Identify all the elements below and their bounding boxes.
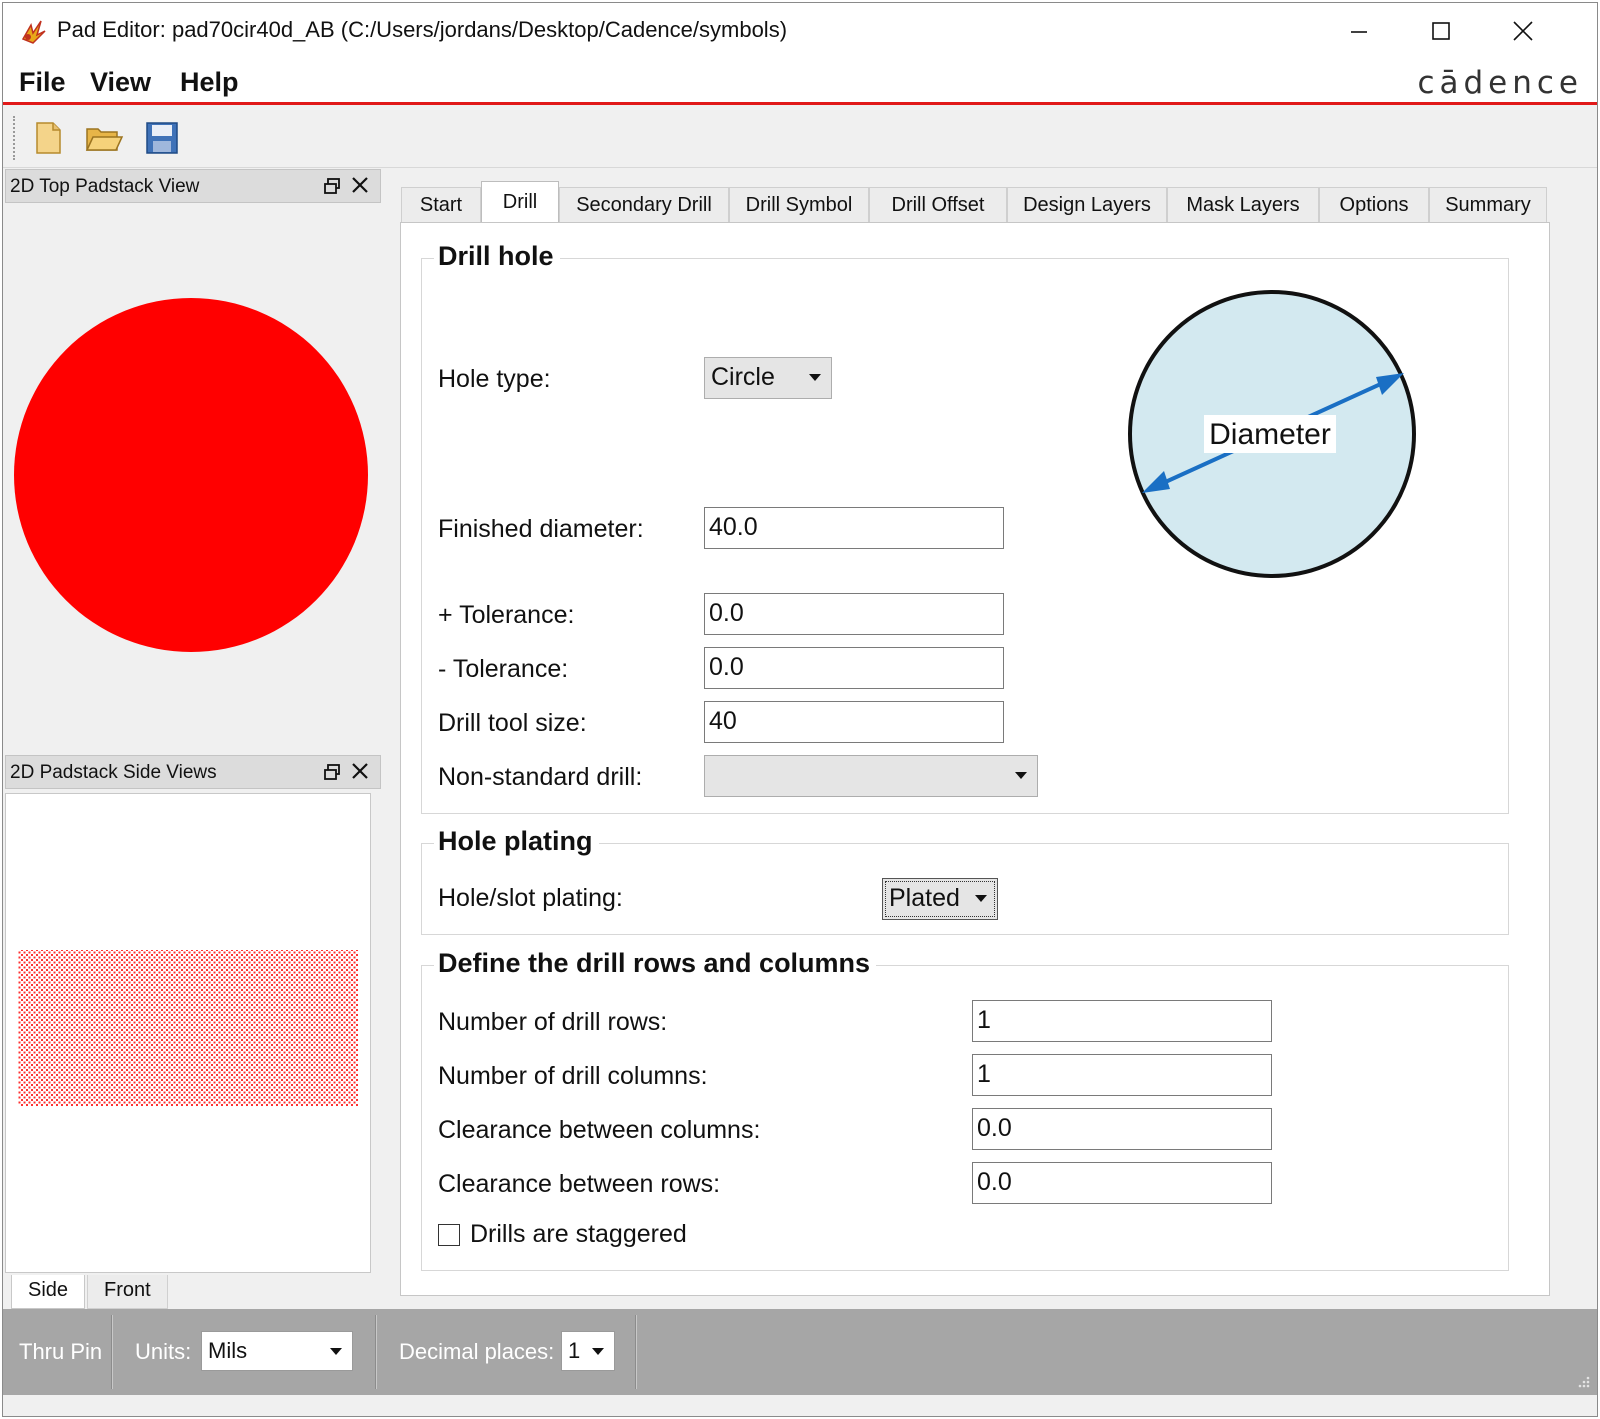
staggered-checkbox[interactable] (438, 1224, 460, 1246)
hole-plating-title: Hole plating (434, 826, 599, 857)
diameter-label: Diameter (1209, 418, 1331, 451)
status-bar: Thru Pin Units: Mils Decimal places: 1 (3, 1309, 1597, 1395)
drill-tab-pane: Drill hole Hole type: Circle Diameter Fi… (400, 222, 1550, 1296)
finished-diameter-label: Finished diameter: (438, 515, 644, 543)
top-view-dock-header: 2D Top Padstack View (5, 169, 381, 203)
status-separator (375, 1315, 377, 1389)
chevron-down-icon (330, 1348, 342, 1355)
drill-tool-size-label: Drill tool size: (438, 709, 587, 737)
diameter-diagram: Diameter (1128, 290, 1416, 578)
save-icon[interactable] (141, 117, 183, 159)
clearance-columns-input[interactable]: 0.0 (972, 1108, 1272, 1150)
plus-tolerance-label: + Tolerance: (438, 601, 575, 629)
status-separator (635, 1315, 637, 1389)
clearance-rows-input[interactable]: 0.0 (972, 1162, 1272, 1204)
app-icon (21, 20, 46, 44)
tab-side[interactable]: Side (11, 1275, 86, 1309)
maximize-icon (1432, 22, 1450, 40)
resize-grip-icon[interactable] (1575, 1373, 1591, 1389)
hole-plating-value: Plated (889, 884, 960, 912)
drill-rows-columns-group: Define the drill rows and columns Number… (421, 948, 1509, 1271)
tab-design-layers[interactable]: Design Layers (1007, 187, 1167, 223)
drill-tool-size-input[interactable]: 40 (704, 701, 1004, 743)
units-value: Mils (208, 1338, 248, 1363)
title-bar: Pad Editor: pad70cir40d_AB (C:/Users/jor… (3, 3, 1597, 59)
open-folder-icon[interactable] (83, 117, 125, 159)
decimal-places-select[interactable]: 1 (561, 1331, 615, 1371)
chevron-down-icon (1015, 772, 1027, 779)
pin-type-label: Thru Pin (19, 1339, 103, 1364)
tab-drill-symbol[interactable]: Drill Symbol (729, 187, 869, 223)
close-icon (1513, 21, 1533, 41)
tab-mask-layers[interactable]: Mask Layers (1167, 187, 1319, 223)
clearance-rows-label: Clearance between rows: (438, 1170, 721, 1198)
tab-summary[interactable]: Summary (1429, 187, 1547, 223)
chevron-down-icon (592, 1348, 604, 1355)
drill-columns-input[interactable]: 1 (972, 1054, 1272, 1096)
float-icon[interactable] (322, 762, 342, 782)
menu-file[interactable]: File (19, 67, 66, 98)
status-separator (111, 1315, 113, 1389)
menu-help[interactable]: Help (180, 67, 239, 98)
side-padstack-view (5, 793, 371, 1273)
drill-rows-label: Number of drill rows: (438, 1008, 668, 1036)
menu-view[interactable]: View (90, 67, 151, 98)
minus-tolerance-input[interactable]: 0.0 (704, 647, 1004, 689)
side-view-canvas (18, 950, 358, 1106)
drill-columns-label: Number of drill columns: (438, 1062, 708, 1090)
tab-secondary-drill[interactable]: Secondary Drill (559, 187, 729, 223)
tab-drill-offset[interactable]: Drill Offset (869, 187, 1007, 223)
side-view-dock-header: 2D Padstack Side Views (5, 755, 381, 789)
cadence-logo: cādence (1417, 65, 1583, 101)
drill-rows-columns-title: Define the drill rows and columns (434, 948, 877, 979)
window-title: Pad Editor: pad70cir40d_AB (C:/Users/jor… (57, 17, 788, 42)
staggered-label: Drills are staggered (470, 1220, 687, 1248)
chevron-down-icon (809, 374, 821, 381)
new-file-icon[interactable] (27, 117, 69, 159)
minimize-button[interactable] (1329, 9, 1389, 53)
hole-type-value: Circle (711, 363, 775, 391)
drill-hole-title: Drill hole (434, 241, 560, 272)
close-button[interactable] (1493, 9, 1553, 53)
toolbar-grip[interactable] (13, 116, 17, 160)
top-padstack-view (5, 209, 381, 755)
units-select[interactable]: Mils (201, 1331, 353, 1371)
finished-diameter-input[interactable]: 40.0 (704, 507, 1004, 549)
pad-shape-canvas (14, 298, 368, 652)
maximize-button[interactable] (1411, 9, 1471, 53)
minimize-icon (1351, 31, 1367, 33)
minus-tolerance-label: - Tolerance: (438, 655, 569, 683)
tab-drill[interactable]: Drill (481, 181, 559, 223)
close-icon[interactable] (350, 760, 370, 782)
non-standard-drill-select[interactable] (704, 755, 1038, 797)
plus-tolerance-input[interactable]: 0.0 (704, 593, 1004, 635)
float-icon[interactable] (322, 176, 342, 196)
units-label: Units: (135, 1339, 192, 1364)
hole-plating-select[interactable]: Plated (882, 878, 998, 920)
decimal-places-value: 1 (568, 1338, 581, 1363)
side-view-dock-title: 2D Padstack Side Views (10, 762, 217, 783)
toolbar (3, 108, 1597, 168)
top-view-dock-title: 2D Top Padstack View (10, 176, 200, 197)
drill-rows-input[interactable]: 1 (972, 1000, 1272, 1042)
close-icon[interactable] (350, 174, 370, 196)
tab-front[interactable]: Front (87, 1275, 168, 1309)
tab-start[interactable]: Start (401, 187, 481, 223)
editor-tab-bar: Start Drill Secondary Drill Drill Symbol… (401, 181, 1547, 223)
menu-bar: File View Help cādence (3, 59, 1597, 105)
hole-type-select[interactable]: Circle (704, 357, 832, 399)
pad-editor-window: Pad Editor: pad70cir40d_AB (C:/Users/jor… (2, 2, 1598, 1417)
tab-options[interactable]: Options (1319, 187, 1429, 223)
drill-hole-group: Drill hole Hole type: Circle Diameter Fi… (421, 241, 1509, 814)
chevron-down-icon (975, 895, 987, 902)
drill-side-profile (18, 950, 358, 1106)
hole-plating-group: Hole plating Hole/slot plating: Plated (421, 826, 1509, 935)
non-standard-drill-label: Non-standard drill: (438, 763, 643, 791)
decimal-places-label: Decimal places: (399, 1339, 555, 1364)
hole-plating-label: Hole/slot plating: (438, 884, 623, 912)
clearance-columns-label: Clearance between columns: (438, 1116, 761, 1144)
hole-type-label: Hole type: (438, 365, 551, 393)
pad-circle (14, 298, 368, 652)
